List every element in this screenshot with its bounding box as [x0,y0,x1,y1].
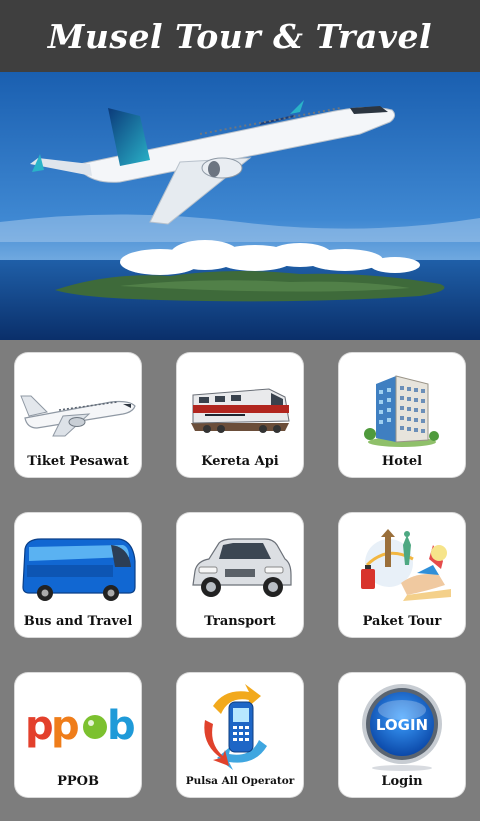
ppob-logo-icon: p p b [15,681,141,773]
menu-bus-and-travel[interactable]: Bus and Travel [15,513,141,637]
hero-image [0,72,480,340]
svg-text:b: b [107,703,136,749]
menu-label: Hotel [381,454,423,469]
phone-recharge-icon [177,681,303,773]
app-header: Musel Tour & Travel [0,0,480,72]
hotel-building-icon [339,361,465,453]
menu-transport[interactable]: Transport [177,513,303,637]
menu-tiket-pesawat[interactable]: Tiket Pesawat [15,353,141,477]
menu-label: Login [381,774,423,789]
train-icon [177,361,303,453]
airplane-icon [15,361,141,453]
svg-text:p: p [51,703,80,749]
menu-label: Paket Tour [362,614,442,629]
login-badge-text: LOGIN [376,716,428,734]
travel-collage-icon [339,521,465,613]
menu-ppob[interactable]: p p b PPOB [15,673,141,797]
menu-label: Kereta Api [201,454,279,469]
menu-kereta-api[interactable]: Kereta Api [177,353,303,477]
menu-grid: Tiket Pesawat Kereta Api Hotel Bus and T… [0,340,480,821]
menu-label: Pulsa All Operator [185,775,295,787]
menu-label: Bus and Travel [23,614,133,629]
menu-paket-tour[interactable]: Paket Tour [339,513,465,637]
menu-login[interactable]: LOGIN Login [339,673,465,797]
suv-car-icon [177,521,303,613]
bus-icon [15,521,141,613]
menu-label: Transport [204,614,276,629]
menu-label: Tiket Pesawat [27,454,129,469]
menu-label: PPOB [57,774,99,789]
svg-text:p: p [25,703,54,749]
menu-hotel[interactable]: Hotel [339,353,465,477]
menu-pulsa-all-operator[interactable]: Pulsa All Operator [177,673,303,797]
hero-banner [0,72,480,340]
login-badge-icon: LOGIN [339,681,465,773]
app-title: Musel Tour & Travel [47,16,433,56]
